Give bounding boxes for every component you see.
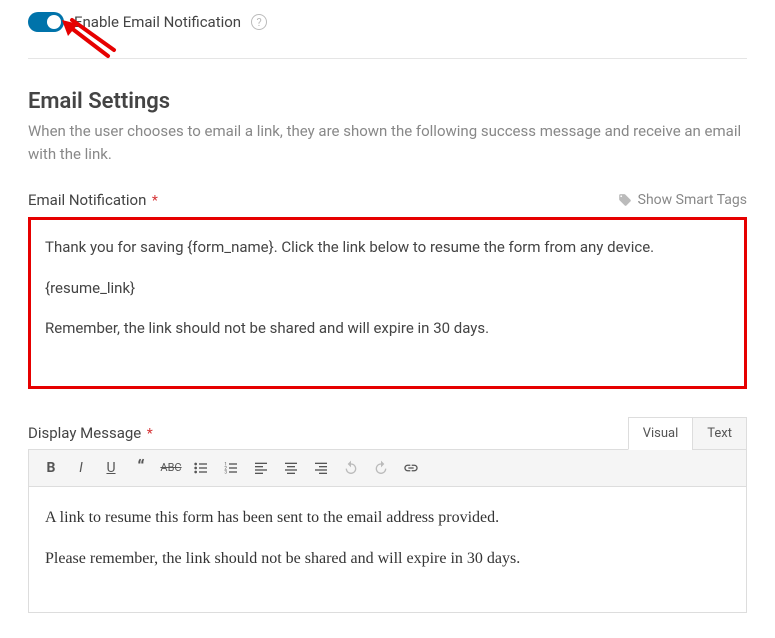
underline-button[interactable]: U — [97, 454, 125, 482]
align-left-icon — [253, 460, 269, 476]
svg-text:3: 3 — [224, 469, 227, 475]
required-mark: * — [147, 426, 153, 442]
email-notif-line2: {resume_link} — [45, 277, 730, 300]
undo-button[interactable] — [337, 454, 365, 482]
numbered-list-button[interactable]: 123 — [217, 454, 245, 482]
display-message-editor: B I U “ ABC 123 A link to resume this f — [28, 449, 747, 613]
italic-button[interactable]: I — [67, 454, 95, 482]
numbered-list-icon: 123 — [223, 460, 239, 476]
align-right-button[interactable] — [307, 454, 335, 482]
email-notif-line1: Thank you for saving {form_name}. Click … — [45, 236, 730, 259]
display-message-label: Display Message — [28, 424, 141, 442]
redo-icon — [373, 460, 389, 476]
align-center-button[interactable] — [277, 454, 305, 482]
required-mark: * — [152, 193, 158, 209]
email-notif-label: Email Notification — [28, 191, 146, 209]
section-description: When the user chooses to email a link, t… — [28, 120, 747, 165]
editor-toolbar: B I U “ ABC 123 — [29, 450, 746, 487]
undo-icon — [343, 460, 359, 476]
bullet-list-icon — [193, 460, 209, 476]
email-notif-line3: Remember, the link should not be shared … — [45, 317, 730, 340]
enable-email-toggle[interactable] — [28, 12, 64, 32]
link-button[interactable] — [397, 454, 425, 482]
align-center-icon — [283, 460, 299, 476]
blockquote-button[interactable]: “ — [127, 454, 155, 482]
section-title: Email Settings — [28, 89, 747, 114]
show-smart-tags-button[interactable]: Show Smart Tags — [618, 192, 747, 208]
smart-tags-label: Show Smart Tags — [638, 192, 747, 208]
tag-icon — [618, 193, 632, 207]
help-icon[interactable]: ? — [251, 14, 267, 30]
bold-button[interactable]: B — [37, 454, 65, 482]
link-icon — [403, 460, 419, 476]
align-right-icon — [313, 460, 329, 476]
bullet-list-button[interactable] — [187, 454, 215, 482]
display-msg-line1: A link to resume this form has been sent… — [45, 505, 730, 531]
redo-button[interactable] — [367, 454, 395, 482]
tab-visual[interactable]: Visual — [628, 417, 694, 450]
tab-text[interactable]: Text — [692, 417, 747, 450]
strikethrough-button[interactable]: ABC — [157, 454, 185, 482]
align-left-button[interactable] — [247, 454, 275, 482]
display-msg-line2: Please remember, the link should not be … — [45, 546, 730, 572]
enable-email-label: Enable Email Notification — [74, 13, 241, 31]
editor-content[interactable]: A link to resume this form has been sent… — [29, 487, 746, 612]
email-notification-textarea[interactable]: Thank you for saving {form_name}. Click … — [28, 217, 747, 389]
